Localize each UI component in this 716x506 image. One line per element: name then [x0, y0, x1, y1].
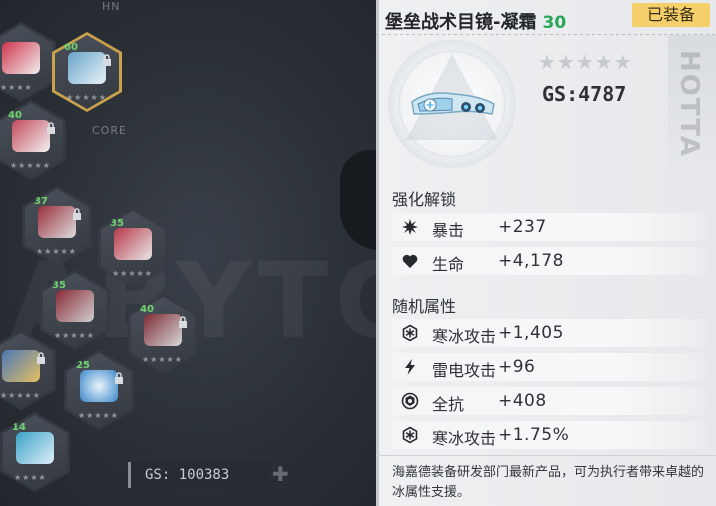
slot-stars: ★★★★★ [78, 411, 119, 420]
enhance-unlock-header: 强化解锁 [392, 190, 457, 209]
heart-icon [402, 254, 418, 268]
equipment-title: 堡垒战术目镜-凝霜 30 [385, 8, 566, 34]
stat-row: 寒冰攻击 +1.75% [392, 421, 705, 449]
slot-stars: ★★★★★ [0, 391, 41, 400]
equipment-level: 30 [542, 13, 567, 33]
shield-resist-icon [401, 392, 419, 410]
slot-stars: ★★★★★ [10, 161, 51, 170]
lock-icon [37, 352, 45, 364]
equipment-icon [12, 120, 50, 152]
stat-row: 雷电攻击 +96 [392, 353, 705, 381]
stat-row: 暴击 +237 [392, 213, 705, 241]
equipment-name: 堡垒战术目镜-凝霜 [385, 12, 537, 33]
equipment-icon [114, 228, 152, 260]
lock-icon [47, 122, 55, 134]
stat-row: 全抗 +408 [392, 387, 705, 415]
slot-stars: ★★★★ [14, 473, 47, 482]
rarity-stars: ★★★★★ [538, 50, 633, 74]
description-divider [376, 455, 716, 456]
stat-name: 寒冰攻击 [432, 429, 497, 448]
equipment-icon [16, 432, 54, 464]
title-divider [376, 34, 716, 35]
lock-icon [103, 54, 111, 66]
slot-stars: ★★★★★ [112, 269, 153, 278]
lock-icon [179, 316, 187, 328]
stat-value: +1,405 [498, 323, 564, 343]
stat-value: +408 [498, 391, 547, 411]
equipment-description: 海嘉德装备研发部门最新产品，可为执行者带来卓越的冰属性支援。 [392, 465, 705, 500]
side-watermark: HOTTA [674, 50, 704, 159]
slot-stars: ★★★★★ [142, 355, 183, 364]
gear-score: GS:4787 [542, 82, 627, 106]
hex-slot[interactable]: ★★★★ [0, 22, 56, 102]
hex-slot[interactable]: 14 ★★★★ [0, 412, 70, 492]
stat-row: 寒冰攻击 +1,405 [392, 319, 705, 347]
panel-edge [376, 0, 379, 506]
equipment-icon [2, 42, 40, 74]
equipment-icon [38, 206, 76, 238]
character-silhouette [340, 150, 376, 250]
stat-row: 生命 +4,178 [392, 247, 705, 275]
frost-icon [402, 426, 418, 444]
hn-label: HN [102, 0, 121, 13]
total-gear-score: GS: 100383 [128, 462, 268, 488]
equipment-hex-grid: ABYTCT HN CORE ★★★★ 60 ★★★★★ 40 ★★★★★ 37… [0, 0, 376, 506]
stat-name: 寒冰攻击 [432, 327, 497, 346]
slot-stars: ★★★★★ [66, 93, 107, 102]
slot-stars: ★★★★★ [54, 331, 95, 340]
equipment-icon [56, 290, 94, 322]
tactical-goggles-icon [411, 92, 495, 115]
hex-slot-selected[interactable]: 60 ★★★★★ [52, 32, 122, 112]
slot-stars: ★★★★ [0, 83, 33, 92]
stat-value: +96 [498, 357, 536, 377]
stat-value: +1.75% [498, 425, 570, 445]
equipment-icon [2, 350, 40, 382]
stat-name: 生命 [432, 255, 465, 274]
equipped-badge: 已装备 [632, 3, 710, 27]
equipment-icon [144, 314, 182, 346]
equipment-detail-panel: 堡垒战术目镜-凝霜 30 已装备 HOTTA ★★★★★ GS:4787 强化解锁… [376, 0, 716, 506]
stat-name: 雷电攻击 [432, 361, 497, 380]
equipment-icon [80, 370, 118, 402]
crit-icon [402, 219, 418, 235]
stat-value: +4,178 [498, 251, 564, 271]
core-label: CORE [92, 124, 127, 137]
hex-slot[interactable]: 40 ★★★★★ [0, 100, 66, 180]
random-attributes-header: 随机属性 [392, 297, 457, 316]
stat-value: +237 [498, 217, 547, 237]
plus-decoration-icon: ✚ [272, 462, 289, 486]
stat-name: 全抗 [432, 395, 465, 414]
lock-icon [73, 208, 81, 220]
frost-icon [402, 324, 418, 342]
lightning-icon [405, 359, 415, 375]
equipment-icon [68, 52, 106, 84]
slot-stars: ★★★★★ [36, 247, 77, 256]
equipment-emblem [388, 40, 516, 168]
stat-name: 暴击 [432, 221, 465, 240]
lock-icon [115, 372, 123, 384]
hex-slot[interactable]: 25 ★★★★★ [64, 350, 134, 430]
